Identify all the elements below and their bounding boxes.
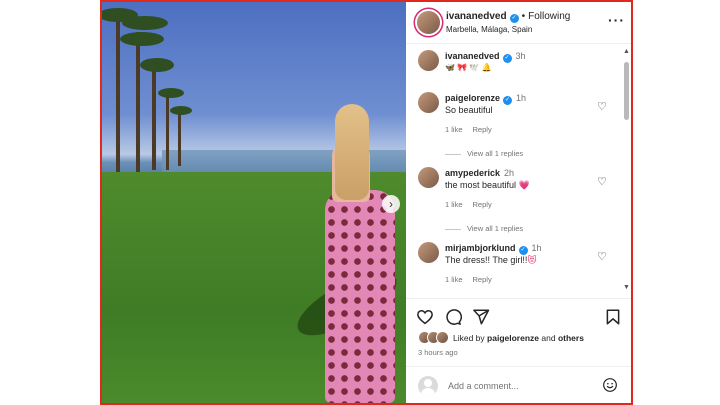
- liked-by-user[interactable]: paigelorenze: [487, 333, 539, 343]
- comment-username[interactable]: paigelorenze: [445, 93, 500, 103]
- post-location[interactable]: Marbella, Málaga, Spain: [446, 25, 532, 34]
- author-avatar[interactable]: [417, 11, 440, 34]
- verified-badge-icon: ✓: [502, 54, 512, 63]
- author-username[interactable]: ivananedved: [446, 11, 507, 22]
- photo-palm-frond: [140, 58, 174, 72]
- comments-scrollbar[interactable]: ▲ ▼: [623, 48, 630, 294]
- photo-palm-frond: [158, 88, 184, 98]
- photo-palm-frond: [120, 32, 164, 46]
- liker-avatar: [436, 331, 449, 344]
- commenter-avatar[interactable]: [418, 167, 439, 188]
- post-photo[interactable]: ›: [102, 2, 406, 403]
- caption-text: 🦋 🎀 🕊️ 🔔: [445, 63, 492, 72]
- post-timestamp: 3 hours ago: [418, 348, 458, 357]
- current-user-avatar: [418, 376, 438, 396]
- more-options-icon[interactable]: ···: [608, 12, 625, 28]
- smiley-icon[interactable]: [602, 377, 618, 393]
- comment-text: the most beautiful 💗: [445, 180, 530, 191]
- photo-palm: [178, 110, 181, 166]
- comment-author: paigelorenze ✓ 1h: [445, 93, 526, 105]
- comments-list: ivananedved ✓ 3h 🦋 🎀 🕊️ 🔔 paigelorenze ✓ 1h …: [406, 44, 631, 296]
- scroll-up-arrow-icon[interactable]: ▲: [623, 48, 630, 55]
- comment-text-body: the most beautiful: [445, 180, 517, 190]
- commenter-avatar[interactable]: [418, 242, 439, 263]
- heart-icon[interactable]: [416, 308, 434, 326]
- photo-palm: [136, 32, 140, 172]
- view-replies-button[interactable]: View all 1 replies: [445, 149, 523, 158]
- post-sidebar: ivananedved ✓ • Following Marbella, Málaga,…: [406, 2, 631, 403]
- caption-avatar[interactable]: [418, 50, 439, 71]
- chevron-right-icon[interactable]: ›: [382, 195, 400, 213]
- verified-badge-icon: ✓: [503, 96, 513, 105]
- caption-username[interactable]: ivananedved: [445, 51, 500, 61]
- comment-meta: 1 like Reply: [445, 125, 492, 134]
- comment-text: The dress!! The girl!!😻: [445, 255, 537, 266]
- comment-meta: 1 like Reply: [445, 275, 492, 284]
- scrollbar-thumb[interactable]: [624, 62, 629, 120]
- scroll-down-arrow-icon[interactable]: ▼: [623, 284, 630, 291]
- comment-text-body: The dress!! The girl!!: [445, 255, 528, 265]
- liked-by-others[interactable]: others: [558, 333, 584, 343]
- photo-hair: [335, 104, 369, 200]
- comment-icon[interactable]: [444, 308, 462, 326]
- separator-dot: •: [521, 11, 526, 22]
- comment-likes[interactable]: 1 like: [445, 200, 463, 209]
- comment-input[interactable]: [448, 378, 598, 394]
- view-replies-button[interactable]: View all 1 replies: [445, 224, 523, 233]
- add-comment-bar: [406, 366, 631, 403]
- comment-time: 1h: [531, 243, 542, 253]
- reply-button[interactable]: Reply: [473, 200, 492, 209]
- following-button[interactable]: Following: [528, 11, 570, 22]
- liked-by-line: Liked by paigelorenze and others: [418, 331, 584, 344]
- author-line: ivananedved ✓ • Following: [446, 11, 570, 23]
- photo-palm: [166, 92, 169, 170]
- post-actions: Liked by paigelorenze and others 3 hours…: [406, 298, 631, 360]
- bookmark-icon[interactable]: [604, 308, 622, 326]
- comment-likes[interactable]: 1 like: [445, 275, 463, 284]
- caption-author: ivananedved ✓ 3h: [445, 51, 526, 63]
- liked-by-prefix: Liked by: [453, 332, 485, 343]
- heart-icon[interactable]: ♡: [597, 100, 607, 113]
- heart-icon[interactable]: ♡: [597, 250, 607, 263]
- comment-likes[interactable]: 1 like: [445, 125, 463, 134]
- heart-icon[interactable]: ♡: [597, 175, 607, 188]
- photo-palm-frond: [170, 106, 192, 115]
- caption-time: 3h: [515, 51, 526, 61]
- comment-username[interactable]: amypederick: [445, 168, 500, 178]
- verified-badge-icon: ✓: [518, 246, 528, 255]
- comment-text: So beautiful: [445, 105, 493, 115]
- reply-button[interactable]: Reply: [473, 275, 492, 284]
- comment-author: mirjambjorklund ✓ 1h: [445, 243, 542, 255]
- comment-emoji: 😻: [527, 255, 537, 265]
- post-header: ivananedved ✓ • Following Marbella, Málaga,…: [406, 2, 631, 44]
- comment-emoji: 💗: [518, 180, 530, 190]
- comment-username[interactable]: mirjambjorklund: [445, 243, 516, 253]
- commenter-avatar[interactable]: [418, 92, 439, 113]
- comment-text-body: So beautiful: [445, 105, 493, 115]
- comment-author: amypederick 2h: [445, 168, 514, 178]
- comment-time: 1h: [516, 93, 527, 103]
- post-modal: › ivananedved ✓ • Following Marbella, Málag…: [100, 0, 633, 405]
- photo-palm: [116, 12, 120, 172]
- share-icon[interactable]: [472, 308, 490, 326]
- comment-meta: 1 like Reply: [445, 200, 492, 209]
- liked-by-middle: and: [541, 332, 556, 343]
- photo-dress: [325, 190, 395, 403]
- reply-button[interactable]: Reply: [473, 125, 492, 134]
- liked-by-text: Liked by paigelorenze and others: [453, 333, 584, 343]
- photo-palm: [152, 64, 156, 170]
- verified-badge-icon: ✓: [509, 14, 519, 23]
- comment-time: 2h: [504, 168, 515, 178]
- photo-palm-frond: [122, 16, 168, 30]
